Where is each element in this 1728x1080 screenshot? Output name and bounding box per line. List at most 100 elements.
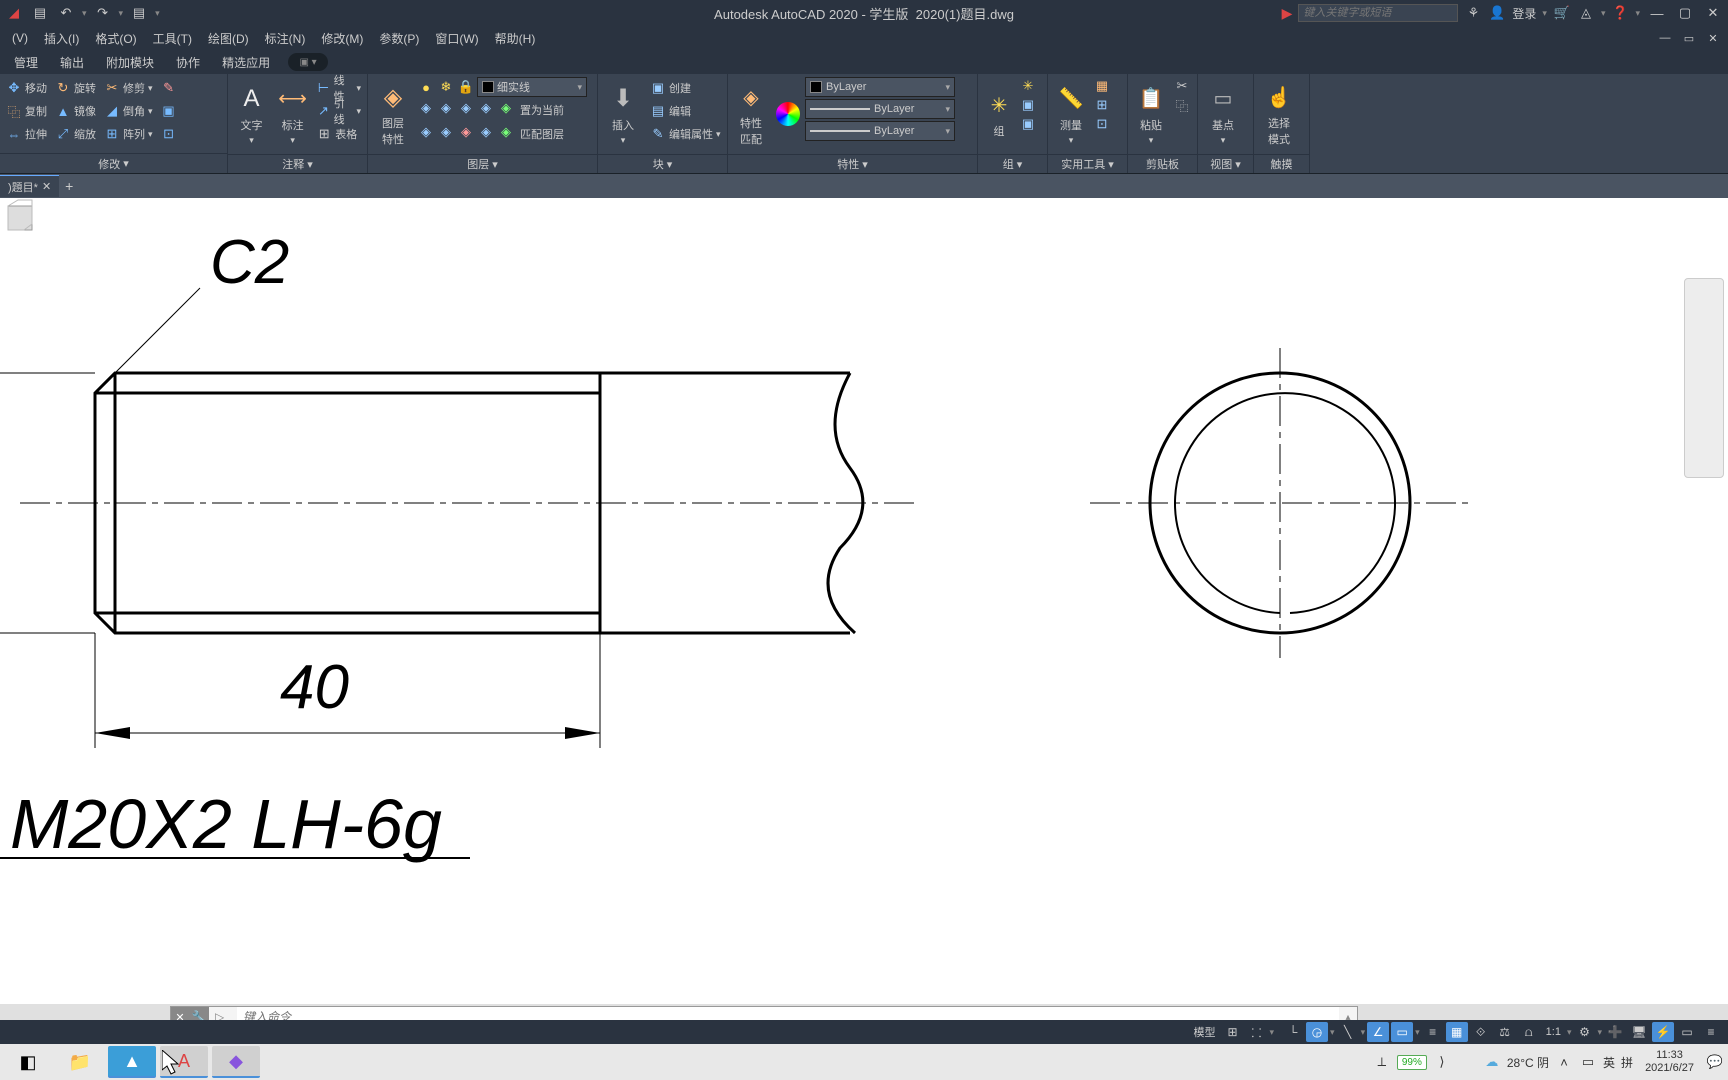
edit-attr-button[interactable]: ✎编辑属性▾ xyxy=(647,123,724,145)
cycle-toggle[interactable]: ⟐ xyxy=(1470,1022,1492,1042)
text-button[interactable]: A 文字▾ xyxy=(231,77,272,151)
stretch-button[interactable]: ⇔拉伸 xyxy=(3,123,50,145)
dim-button[interactable]: ⟷ 标注▾ xyxy=(274,77,311,151)
user-icon[interactable]: 👤 xyxy=(1488,4,1506,22)
l7-icon[interactable]: ◈ xyxy=(437,123,455,141)
battery-indicator[interactable]: 99% xyxy=(1397,1055,1427,1070)
snap-toggle[interactable]: ⸬ xyxy=(1246,1022,1268,1042)
bulb-icon[interactable]: ● xyxy=(417,78,435,96)
weather-icon[interactable]: ☁ xyxy=(1483,1053,1501,1071)
menu-format[interactable]: 格式(O) xyxy=(87,27,144,49)
viewcube[interactable] xyxy=(0,198,40,238)
set-current-button[interactable]: 置为当前 xyxy=(517,99,567,121)
ortho-toggle[interactable]: └ xyxy=(1282,1022,1304,1042)
menu-help[interactable]: 帮助(H) xyxy=(487,27,544,49)
l8-icon[interactable]: ◈ xyxy=(457,123,475,141)
group-button[interactable]: ✳ 组 xyxy=(981,77,1017,151)
file-tab[interactable]: )題目* ✕ xyxy=(0,175,59,197)
copy2-icon[interactable]: ⿻ xyxy=(1173,96,1191,114)
tab-collab[interactable]: 协作 xyxy=(166,52,210,72)
l6-icon[interactable]: ◈ xyxy=(417,123,435,141)
doc-restore[interactable]: ▭ xyxy=(1678,29,1700,47)
minimize-button[interactable]: — xyxy=(1646,4,1668,22)
tray-i1[interactable]: ⟂ xyxy=(1373,1053,1391,1071)
menu-insert[interactable]: 插入(I) xyxy=(36,27,87,49)
layer-dropdown[interactable]: 细实线▾ xyxy=(477,77,587,97)
notif-icon[interactable]: 💬 xyxy=(1706,1053,1724,1071)
polar-toggle[interactable]: ◶ xyxy=(1306,1022,1328,1042)
explode-button[interactable]: ▣ xyxy=(158,100,180,122)
drawing-canvas[interactable]: C2 40 M20X2 LH-6g xyxy=(0,198,1728,1004)
copy-button[interactable]: ⿻复制 xyxy=(3,100,50,122)
g2-icon[interactable]: ▣ xyxy=(1019,96,1037,114)
menu-v[interactable]: (V) xyxy=(4,27,36,49)
clean-toggle[interactable]: ▭ xyxy=(1676,1022,1698,1042)
file-tab-add[interactable]: + xyxy=(59,178,79,194)
share-icon[interactable]: ⚘ xyxy=(1464,4,1482,22)
task-explorer[interactable]: 📁 xyxy=(56,1046,104,1078)
linetype-dropdown[interactable]: ByLayer▾ xyxy=(805,121,955,141)
l2-icon[interactable]: ◈ xyxy=(437,99,455,117)
rotate-button[interactable]: ↻旋转 xyxy=(52,77,99,99)
color-dropdown[interactable]: ByLayer▾ xyxy=(805,77,955,97)
file-tab-close[interactable]: ✕ xyxy=(42,180,51,193)
g3-icon[interactable]: ▣ xyxy=(1019,115,1037,133)
trim-button[interactable]: ✂修剪▾ xyxy=(101,77,156,99)
tray-vol[interactable]: ▭ xyxy=(1579,1053,1597,1071)
tab-search[interactable]: ▣ ▾ xyxy=(288,53,328,71)
match-props-button[interactable]: ◈ 特性 匹配 xyxy=(731,77,771,151)
transparency-toggle[interactable]: ▦ xyxy=(1446,1022,1468,1042)
ime-lang[interactable]: 英 xyxy=(1603,1054,1615,1071)
iso-toggle[interactable]: ╲ xyxy=(1337,1022,1359,1042)
clock[interactable]: 11:33 2021/6/27 xyxy=(1639,1049,1700,1075)
login-button[interactable]: 登录 xyxy=(1512,5,1536,22)
l4-icon[interactable]: ◈ xyxy=(477,99,495,117)
menu-window[interactable]: 窗口(W) xyxy=(427,27,486,49)
save-icon[interactable]: ▤ xyxy=(30,4,50,22)
menu-dim[interactable]: 标注(N) xyxy=(257,27,314,49)
create-block-button[interactable]: ▣创建 xyxy=(647,77,724,99)
scale-button[interactable]: ⤢缩放 xyxy=(52,123,99,145)
u2-icon[interactable]: ⊞ xyxy=(1093,96,1111,114)
table-button[interactable]: ⊞表格 xyxy=(313,123,364,145)
status-model[interactable]: 模型 xyxy=(1190,1024,1220,1040)
paste-button[interactable]: 📋 粘贴▾ xyxy=(1131,77,1171,151)
tab-featured[interactable]: 精选应用 xyxy=(212,52,280,72)
fillet-button[interactable]: ◢倒角▾ xyxy=(101,100,156,122)
gear-toggle[interactable]: ⚙ xyxy=(1573,1022,1595,1042)
print-icon[interactable]: ▤ xyxy=(129,4,149,22)
help-icon[interactable]: ❓ xyxy=(1611,4,1629,22)
tab-addins[interactable]: 附加模块 xyxy=(96,52,164,72)
app-menu-icon[interactable]: ◢ xyxy=(4,4,24,22)
mirror-button[interactable]: ▲镜像 xyxy=(52,100,99,122)
menu-param[interactable]: 参数(P) xyxy=(371,27,427,49)
hw-toggle[interactable]: ⚡ xyxy=(1652,1022,1674,1042)
status-scale[interactable]: 1:1 xyxy=(1542,1026,1565,1038)
chevron-up-icon[interactable]: ˄ xyxy=(1555,1053,1573,1071)
cart-icon[interactable]: 🛒 xyxy=(1553,4,1571,22)
edit-block-button[interactable]: ▤编辑 xyxy=(647,100,724,122)
layer-props-button[interactable]: ◈ 图层 特性 xyxy=(371,77,415,151)
weather-text[interactable]: 28°C 阴 xyxy=(1507,1054,1549,1071)
menu-tools[interactable]: 工具(T) xyxy=(145,27,200,49)
touch-button[interactable]: ☝ 选择 模式 xyxy=(1257,77,1301,151)
l1-icon[interactable]: ◈ xyxy=(417,99,435,117)
autodesk-icon[interactable]: ◬ xyxy=(1577,4,1595,22)
task-app2[interactable]: ▲ xyxy=(108,1046,156,1078)
cut-icon[interactable]: ✂ xyxy=(1173,77,1191,95)
menu-draw[interactable]: 绘图(D) xyxy=(200,27,257,49)
undo-icon[interactable]: ↶ xyxy=(56,4,76,22)
leader-button[interactable]: ↗引线▾ xyxy=(313,100,364,122)
tab-manage[interactable]: 管理 xyxy=(4,52,48,72)
osnap-toggle[interactable]: ▭ xyxy=(1391,1022,1413,1042)
ws-toggle[interactable]: ➕ xyxy=(1604,1022,1626,1042)
annoscale-toggle[interactable]: ⚖ xyxy=(1494,1022,1516,1042)
nav-bar[interactable] xyxy=(1684,278,1724,478)
array-button[interactable]: ⊞阵列▾ xyxy=(101,123,156,145)
task-app1[interactable]: ◧ xyxy=(4,1046,52,1078)
close-button[interactable]: ✕ xyxy=(1702,4,1724,22)
lineweight-toggle[interactable]: ≡ xyxy=(1422,1022,1444,1042)
otrack-toggle[interactable]: ∠ xyxy=(1367,1022,1389,1042)
custom-toggle[interactable]: ≡ xyxy=(1700,1022,1722,1042)
l9-icon[interactable]: ◈ xyxy=(477,123,495,141)
